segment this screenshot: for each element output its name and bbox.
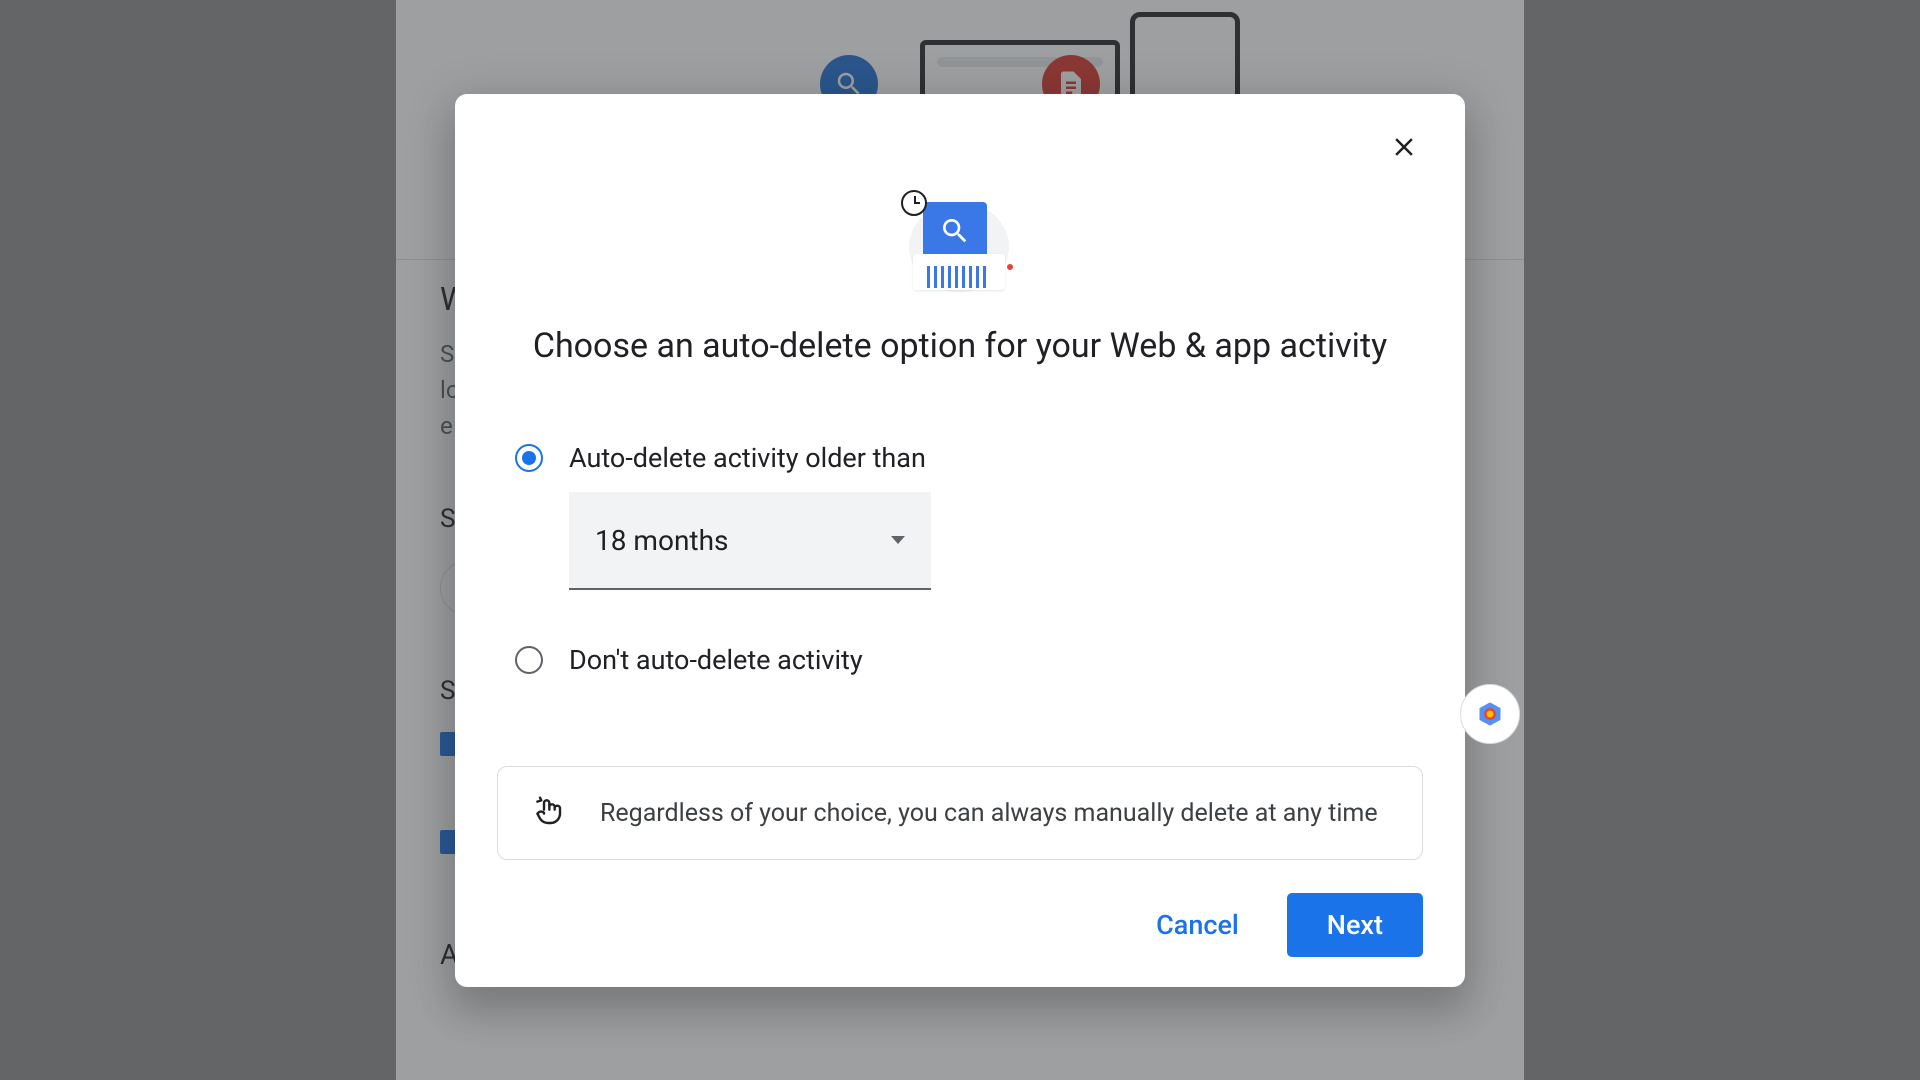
radio-label: Don't auto-delete activity bbox=[569, 644, 863, 676]
duration-dropdown[interactable]: 18 months bbox=[569, 492, 931, 590]
touch-icon bbox=[532, 795, 564, 831]
search-tile-icon bbox=[923, 202, 987, 260]
option-auto-delete[interactable]: Auto-delete activity older than bbox=[515, 438, 1423, 478]
radio-group: Auto-delete activity older than 18 month… bbox=[497, 438, 1423, 680]
shredder-icon bbox=[913, 254, 1005, 290]
radio-label: Auto-delete activity older than bbox=[569, 442, 926, 474]
modal-illustration bbox=[497, 194, 1423, 294]
info-text: Regardless of your choice, you can alway… bbox=[600, 799, 1378, 828]
cancel-button[interactable]: Cancel bbox=[1136, 895, 1259, 955]
next-button[interactable]: Next bbox=[1287, 893, 1423, 957]
google-shopping-icon bbox=[1460, 684, 1520, 744]
clock-icon bbox=[901, 190, 927, 216]
option-dont-delete[interactable]: Don't auto-delete activity bbox=[515, 640, 1423, 680]
auto-delete-modal: Choose an auto-delete option for your We… bbox=[455, 94, 1465, 987]
modal-title: Choose an auto-delete option for your We… bbox=[497, 326, 1423, 366]
chevron-down-icon bbox=[891, 536, 905, 544]
radio-dont-delete[interactable] bbox=[515, 646, 543, 674]
dropdown-value: 18 months bbox=[595, 524, 728, 557]
info-box: Regardless of your choice, you can alway… bbox=[497, 766, 1423, 860]
close-button[interactable] bbox=[1383, 126, 1425, 168]
radio-auto-delete[interactable] bbox=[515, 444, 543, 472]
modal-footer: Cancel Next bbox=[497, 865, 1423, 957]
close-icon bbox=[1389, 132, 1419, 162]
